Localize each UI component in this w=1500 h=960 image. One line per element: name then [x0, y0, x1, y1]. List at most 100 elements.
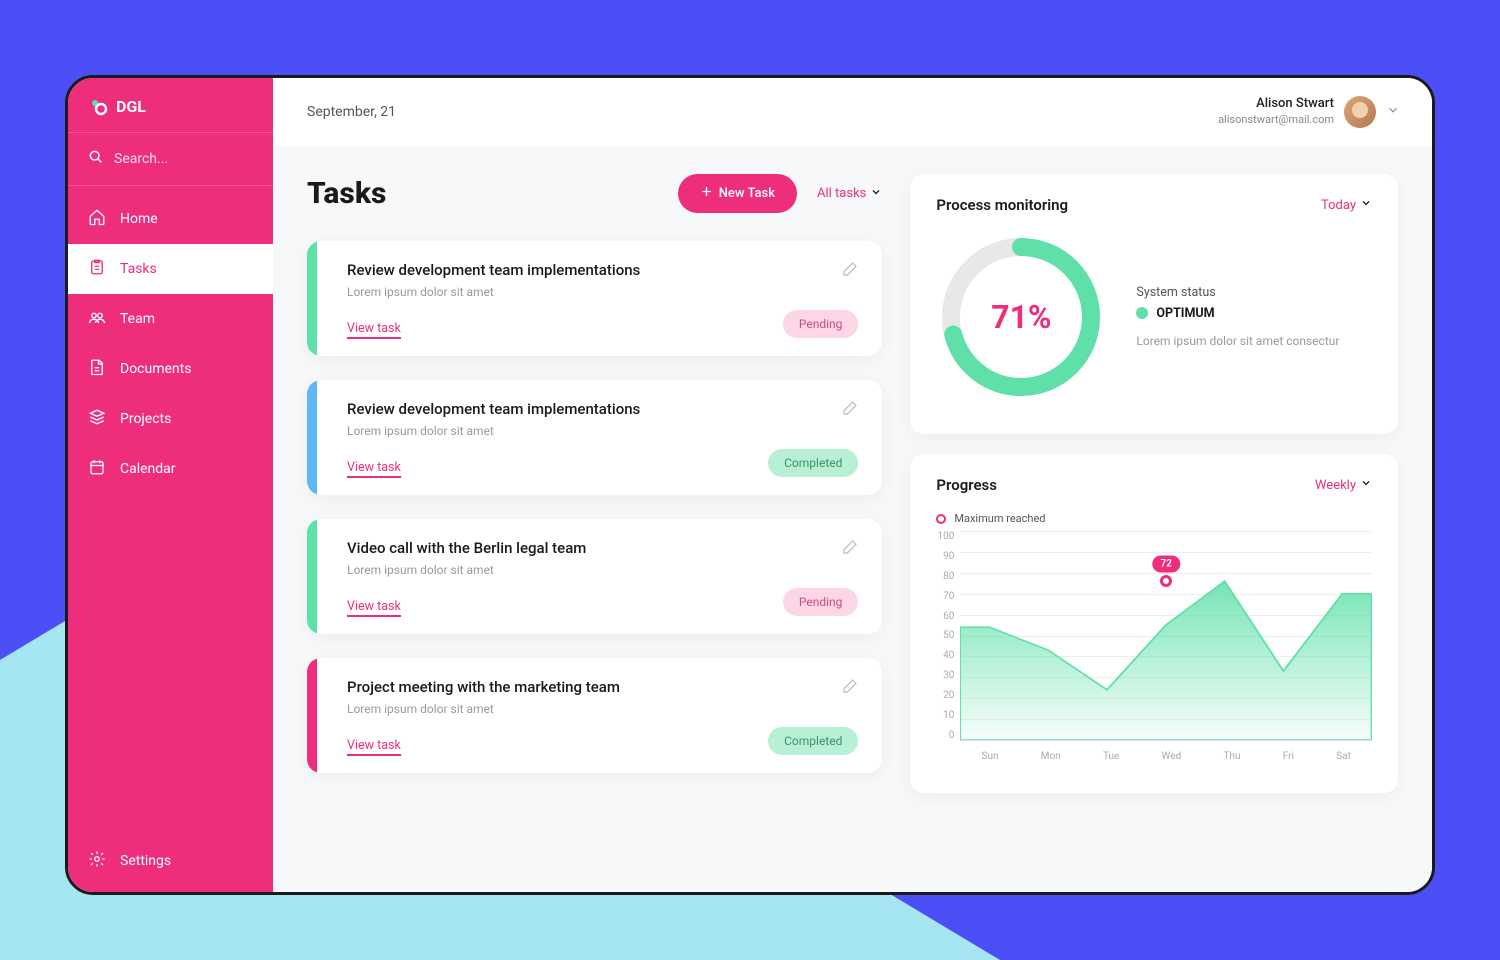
search-input[interactable]: [114, 151, 292, 167]
brand-name: DGL: [116, 97, 146, 116]
edit-icon[interactable]: [842, 678, 858, 698]
donut-chart: 71%: [936, 232, 1106, 402]
home-icon: [88, 208, 106, 230]
nav-item-tasks[interactable]: Tasks: [68, 244, 273, 294]
task-card: Review development team implementations …: [307, 241, 882, 356]
settings-label: Settings: [120, 853, 171, 869]
y-tick: 40: [936, 650, 954, 661]
y-tick: 10: [936, 710, 954, 721]
status-badge: Completed: [768, 727, 858, 755]
y-tick: 60: [936, 611, 954, 622]
legend-marker-icon: [936, 514, 946, 524]
nav-label: Team: [120, 311, 155, 327]
chevron-down-icon: [1360, 197, 1372, 213]
task-title: Video call with the Berlin legal team: [347, 539, 858, 557]
x-tick: Sun: [982, 751, 999, 762]
projects-icon: [88, 408, 106, 430]
panel-title: Progress: [936, 476, 997, 494]
nav-label: Projects: [120, 411, 171, 427]
search-bar[interactable]: [68, 133, 273, 186]
sidebar: DGL Home Tasks Team Documents: [68, 78, 273, 892]
status-badge: Pending: [783, 310, 859, 338]
user-name: Alison Stwart: [1218, 96, 1334, 113]
status-badge: Pending: [783, 588, 859, 616]
nav-item-settings[interactable]: Settings: [68, 836, 273, 892]
view-task-link[interactable]: View task: [347, 321, 401, 339]
y-tick: 90: [936, 551, 954, 562]
task-list: Review development team implementations …: [307, 241, 882, 773]
user-menu[interactable]: Alison Stwart alisonstwart@mail.com: [1218, 96, 1400, 128]
task-card: Project meeting with the marketing team …: [307, 658, 882, 773]
y-tick: 70: [936, 591, 954, 602]
task-title: Review development team implementations: [347, 261, 858, 279]
y-tick: 100: [936, 531, 954, 542]
task-title: Review development team implementations: [347, 400, 858, 418]
nav-label: Home: [120, 211, 158, 227]
status-badge: Completed: [768, 449, 858, 477]
task-accent: [307, 380, 317, 495]
chart-marker-icon: [1160, 575, 1172, 587]
user-email: alisonstwart@mail.com: [1218, 113, 1334, 127]
topbar: September, 21 Alison Stwart alisonstwart…: [273, 78, 1432, 146]
team-icon: [88, 308, 106, 330]
view-task-link[interactable]: View task: [347, 460, 401, 478]
tasks-icon: [88, 258, 106, 280]
progress-panel: Progress Weekly Maximum reached 10090807…: [910, 454, 1398, 793]
task-title: Project meeting with the marketing team: [347, 678, 858, 696]
search-icon: [88, 149, 104, 169]
progress-filter[interactable]: Weekly: [1315, 477, 1372, 493]
nav-item-calendar[interactable]: Calendar: [68, 444, 273, 494]
y-tick: 20: [936, 690, 954, 701]
avatar: [1344, 96, 1376, 128]
nav-item-documents[interactable]: Documents: [68, 344, 273, 394]
status-value: OPTIMUM: [1156, 306, 1214, 321]
y-tick: 80: [936, 571, 954, 582]
gear-icon: [88, 850, 106, 872]
progress-chart: 1009080706050403020100 SunMonTueWedThuFr…: [936, 531, 1372, 771]
x-tick: Fri: [1283, 751, 1294, 762]
plus-icon: [700, 185, 713, 202]
task-subtitle: Lorem ipsum dolor sit amet: [347, 285, 858, 299]
chevron-down-icon: [870, 186, 882, 202]
donut-percent: 71%: [991, 298, 1051, 336]
date-display: September, 21: [307, 104, 396, 120]
x-tick: Thu: [1223, 751, 1240, 762]
y-tick: 50: [936, 630, 954, 641]
view-task-link[interactable]: View task: [347, 738, 401, 756]
nav-label: Calendar: [120, 461, 176, 477]
edit-icon[interactable]: [842, 261, 858, 281]
main: September, 21 Alison Stwart alisonstwart…: [273, 78, 1432, 892]
documents-icon: [88, 358, 106, 380]
new-task-button[interactable]: New Task: [678, 174, 797, 213]
task-card: Video call with the Berlin legal team Lo…: [307, 519, 882, 634]
task-accent: [307, 658, 317, 773]
nav-item-projects[interactable]: Projects: [68, 394, 273, 444]
brand-logo[interactable]: DGL: [68, 78, 273, 133]
process-monitoring-panel: Process monitoring Today 71%: [910, 174, 1398, 434]
x-tick: Wed: [1162, 751, 1182, 762]
new-task-label: New Task: [719, 186, 775, 201]
task-filter[interactable]: All tasks: [817, 186, 882, 202]
chart-legend: Maximum reached: [936, 512, 1372, 525]
status-dot-icon: [1136, 307, 1148, 319]
nav-item-home[interactable]: Home: [68, 194, 273, 244]
filter-label: All tasks: [817, 186, 866, 201]
nav-item-team[interactable]: Team: [68, 294, 273, 344]
status-description: Lorem ipsum dolor sit amet consectur: [1136, 333, 1339, 350]
view-task-link[interactable]: View task: [347, 599, 401, 617]
chevron-down-icon: [1360, 477, 1372, 493]
nav: Home Tasks Team Documents Projects Calen…: [68, 186, 273, 836]
nav-label: Documents: [120, 361, 191, 377]
task-subtitle: Lorem ipsum dolor sit amet: [347, 702, 858, 716]
task-accent: [307, 519, 317, 634]
panel-title: Process monitoring: [936, 196, 1068, 214]
task-subtitle: Lorem ipsum dolor sit amet: [347, 563, 858, 577]
edit-icon[interactable]: [842, 400, 858, 420]
nav-label: Tasks: [120, 261, 157, 277]
x-tick: Tue: [1103, 751, 1119, 762]
task-subtitle: Lorem ipsum dolor sit amet: [347, 424, 858, 438]
y-tick: 0: [936, 730, 954, 741]
edit-icon[interactable]: [842, 539, 858, 559]
monitor-filter[interactable]: Today: [1321, 197, 1372, 213]
logo-icon: [88, 96, 108, 116]
